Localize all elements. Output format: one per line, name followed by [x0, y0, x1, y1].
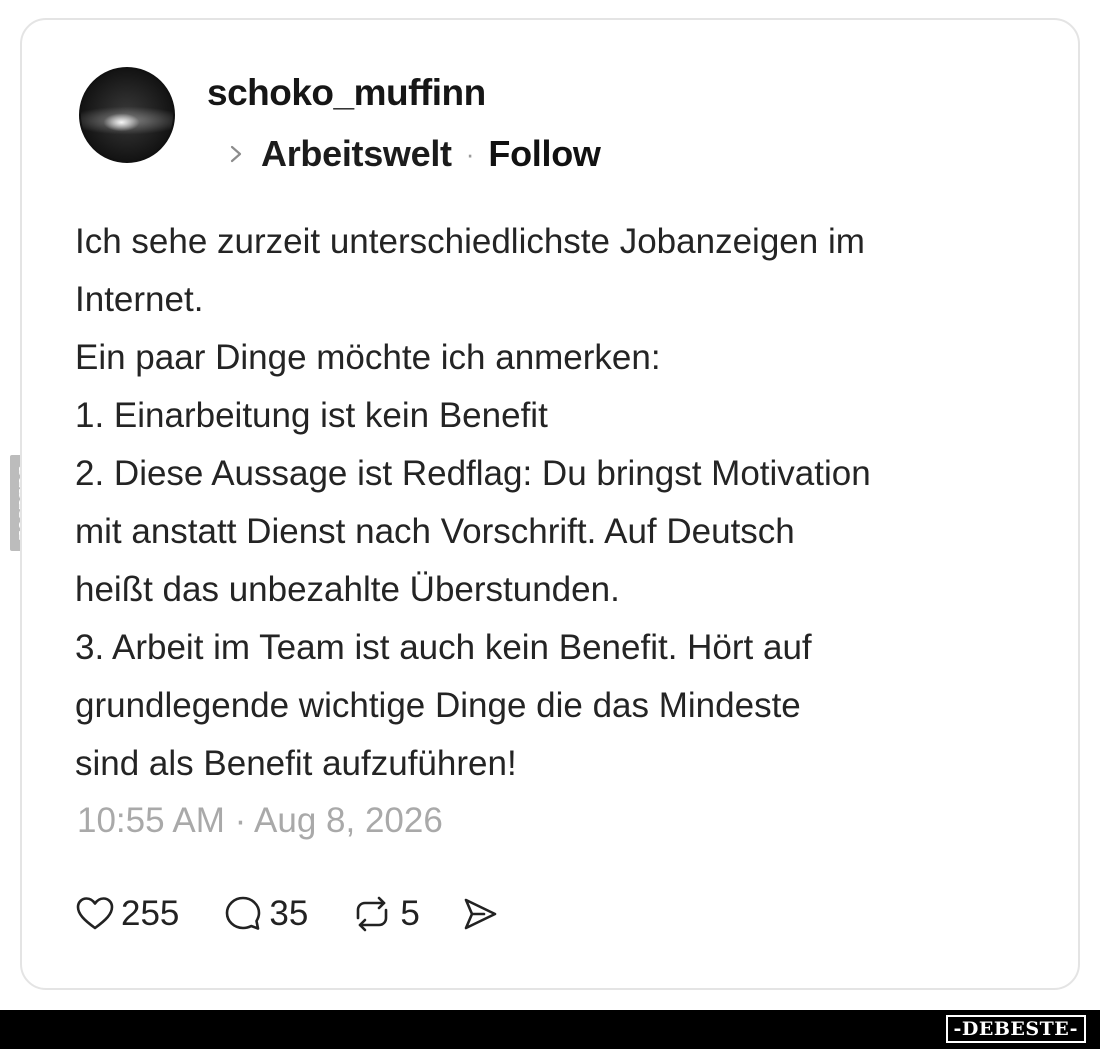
repost-count: 5 — [400, 894, 420, 933]
like-button[interactable]: 255 — [75, 894, 179, 934]
follow-button[interactable]: Follow — [488, 133, 600, 175]
post-body-line: sind als Benefit aufzuführen! — [75, 744, 517, 783]
repost-button[interactable]: 5 — [350, 894, 420, 934]
post-body-line: mit anstatt Dienst nach Vorschrift. Auf … — [75, 512, 795, 551]
share-button[interactable] — [460, 894, 500, 934]
action-bar: 255 35 5 — [75, 888, 500, 940]
post-body-line: Ich sehe zurzeit unterschiedlichste Joba… — [75, 222, 865, 261]
footer-watermark-bar: -DEBESTE- — [0, 1010, 1100, 1049]
send-arrow-icon — [460, 894, 500, 934]
screenshot-canvas: DEBESTE schoko_muffinn Arbeitswelt · Fol… — [0, 0, 1100, 1049]
chevron-right-icon — [227, 143, 245, 165]
avatar[interactable] — [79, 67, 175, 163]
meta-separator: · — [465, 138, 475, 169]
post-body-line: 3. Arbeit im Team ist auch kein Benefit.… — [75, 628, 812, 667]
repost-arrows-icon — [350, 894, 394, 934]
post-body-line: Ein paar Dinge möchte ich anmerken: — [75, 338, 661, 377]
post-body-line: 2. Diese Aussage ist Redflag: Du bringst… — [75, 454, 871, 493]
reply-count: 35 — [269, 894, 309, 933]
post-body-line: grundlegende wichtige Dinge die das Mind… — [75, 686, 801, 725]
like-count: 255 — [121, 894, 180, 933]
post-timestamp[interactable]: 10:55 AM · Aug 8, 2026 — [77, 801, 443, 841]
post-body: Ich sehe zurzeit unterschiedlichste Joba… — [75, 213, 1035, 793]
post-body-line: 1. Einarbeitung ist kein Benefit — [75, 396, 548, 435]
topic-link[interactable]: Arbeitswelt — [261, 133, 452, 175]
debeste-logo: -DEBESTE- — [945, 1015, 1086, 1043]
post-meta-row: Arbeitswelt · Follow — [227, 132, 601, 176]
post-card: schoko_muffinn Arbeitswelt · Follow Ich … — [20, 18, 1080, 990]
reply-button[interactable]: 35 — [223, 894, 308, 934]
post-body-line: heißt das unbezahlte Überstunden. — [75, 570, 620, 609]
heart-icon — [75, 894, 115, 934]
post-body-line: Internet. — [75, 280, 204, 319]
speech-bubble-icon — [223, 894, 263, 934]
username[interactable]: schoko_muffinn — [207, 72, 486, 114]
